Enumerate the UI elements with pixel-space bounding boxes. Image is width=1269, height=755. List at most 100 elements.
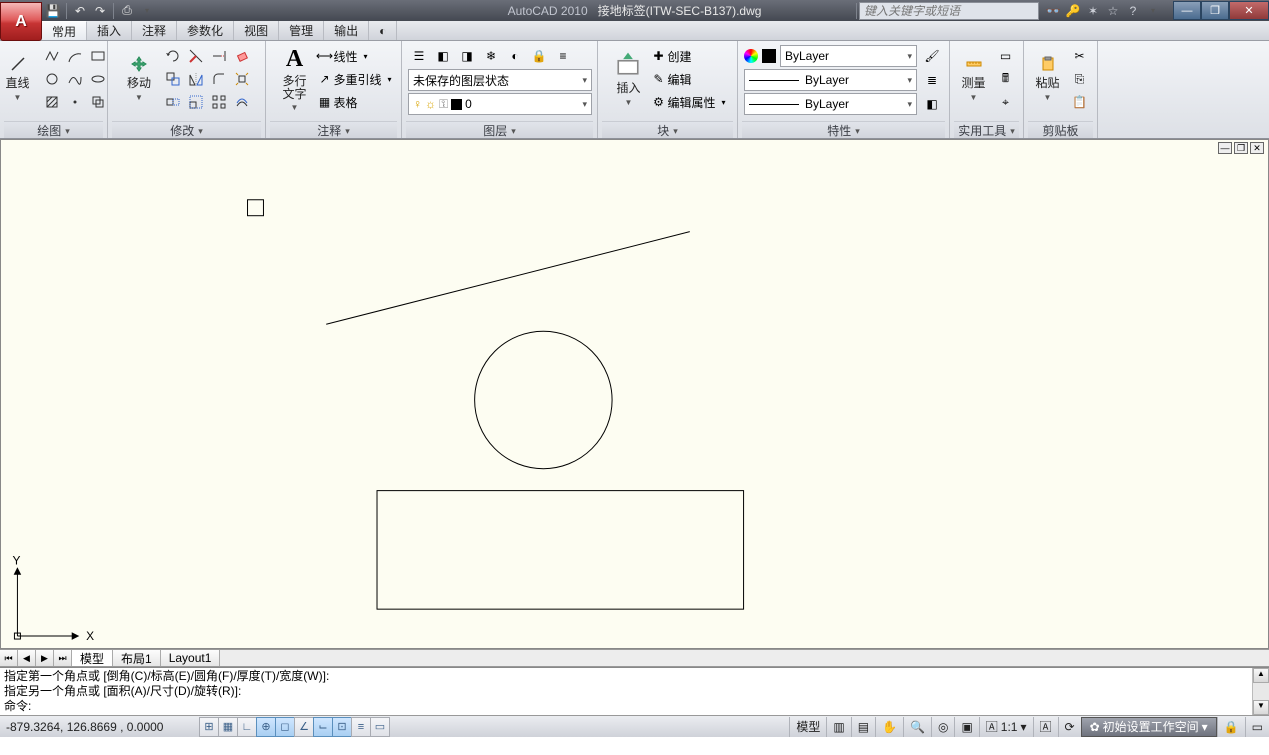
polar-toggle[interactable]: ⊕ <box>256 717 276 737</box>
tab-nav-first[interactable]: ⏮ <box>0 650 18 666</box>
panel-title-draw[interactable]: 绘图 <box>4 121 103 138</box>
bylayer-icon[interactable]: ◧ <box>921 93 943 115</box>
hatch-icon[interactable] <box>41 91 63 113</box>
tab-parametric[interactable]: 参数化 <box>177 21 234 40</box>
layer-match-icon[interactable]: ≡ <box>552 45 574 67</box>
mirror-icon[interactable] <box>185 68 207 90</box>
line-button[interactable]: 直线 ▼ <box>0 45 37 113</box>
lineweight-combo[interactable]: ByLayer▾ <box>744 69 917 91</box>
dimension-linear-button[interactable]: ⟷ 线性 ▾ <box>317 45 391 67</box>
scale-icon[interactable] <box>185 91 207 113</box>
tab-annotate[interactable]: 注释 <box>132 21 177 40</box>
otrack-toggle[interactable]: ∠ <box>294 717 314 737</box>
match-prop-icon[interactable]: 🖌 <box>921 45 943 67</box>
shape-rectangle[interactable] <box>377 491 744 610</box>
model-paper-toggle[interactable]: 模型 <box>789 717 826 737</box>
insert-block-button[interactable]: 插入 ▼ <box>609 45 647 113</box>
annotation-scale[interactable]: 🄰 1:1 ▾ <box>979 717 1033 737</box>
toolbar-lock-icon[interactable]: 🔒 <box>1217 717 1245 737</box>
save-icon[interactable]: 💾 <box>44 2 62 20</box>
color-combo[interactable]: ByLayer▾ <box>780 45 917 67</box>
array-icon[interactable] <box>208 91 230 113</box>
layer-lock-icon[interactable]: 🔒 <box>528 45 550 67</box>
tab-output[interactable]: 输出 <box>324 21 369 40</box>
spline-icon[interactable] <box>64 68 86 90</box>
explode-icon[interactable] <box>231 68 253 90</box>
shape-small-square[interactable] <box>248 200 264 216</box>
ellipse-icon[interactable] <box>87 68 109 90</box>
snap-toggle[interactable]: ⊞ <box>199 717 219 737</box>
mtext-button[interactable]: A 多行 文字 ▼ <box>275 45 313 113</box>
ducs-toggle[interactable]: ⌙ <box>313 717 333 737</box>
rectangle-icon[interactable] <box>87 45 109 67</box>
grid-toggle[interactable]: ▦ <box>218 717 238 737</box>
zoom-icon[interactable]: 🔍 <box>903 717 931 737</box>
coordinates-display[interactable]: -879.3264, 126.8669 , 0.0000 <box>0 720 200 734</box>
create-block-button[interactable]: ✚创建 <box>651 45 725 67</box>
osnap-toggle[interactable]: ◻ <box>275 717 295 737</box>
help-dropdown-icon[interactable] <box>1143 2 1163 20</box>
binoculars-icon[interactable]: 👓 <box>1043 2 1063 20</box>
rotate-icon[interactable] <box>162 45 184 67</box>
layer-iso-icon[interactable]: ◨ <box>456 45 478 67</box>
layer-states-icon[interactable]: ◧ <box>432 45 454 67</box>
minimize-button[interactable]: — <box>1173 1 1201 20</box>
tab-insert[interactable]: 插入 <box>87 21 132 40</box>
showmotion-icon[interactable]: ▣ <box>954 717 978 737</box>
tab-model[interactable]: 模型 <box>72 650 113 666</box>
panel-title-modify[interactable]: 修改 <box>112 121 261 138</box>
steering-wheel-icon[interactable]: ◎ <box>931 717 954 737</box>
tab-layout2[interactable]: Layout1 <box>161 650 221 666</box>
stretch-icon[interactable] <box>162 91 184 113</box>
comm-icon[interactable]: ✶ <box>1083 2 1103 20</box>
trim-icon[interactable] <box>185 45 207 67</box>
list-icon[interactable]: ≣ <box>921 69 943 91</box>
layer-state-combo[interactable]: 未保存的图层状态▾ <box>408 69 592 91</box>
key-icon[interactable]: 🔑 <box>1063 2 1083 20</box>
edit-attr-button[interactable]: ⚙编辑属性▾ <box>651 91 725 113</box>
copy-clip-icon[interactable]: ⎘ <box>1069 68 1091 90</box>
command-prompt[interactable]: 命令: <box>4 699 1265 714</box>
measure-button[interactable]: 测量 ▼ <box>957 45 991 113</box>
command-window[interactable]: 指定第一个角点或 [倒角(C)/标高(E)/圆角(F)/厚度(T)/宽度(W)]… <box>0 667 1269 715</box>
polyline-icon[interactable] <box>41 45 63 67</box>
favorite-icon[interactable]: ☆ <box>1103 2 1123 20</box>
tab-view[interactable]: 视图 <box>234 21 279 40</box>
shape-line[interactable] <box>326 232 690 325</box>
panel-title-utilities[interactable]: 实用工具 <box>954 121 1019 138</box>
select-icon[interactable]: ▭ <box>995 45 1017 67</box>
doc-close-button[interactable]: ✕ <box>1250 142 1264 154</box>
tab-nav-last[interactable]: ⏭ <box>54 650 72 666</box>
pan-icon[interactable]: ✋ <box>875 717 903 737</box>
panel-title-properties[interactable]: 特性 <box>742 121 945 138</box>
paste-button[interactable]: 粘贴 ▼ <box>1031 45 1065 113</box>
annotation-autoscale-icon[interactable]: ⟳ <box>1058 717 1081 737</box>
tab-nav-next[interactable]: ▶ <box>36 650 54 666</box>
region-icon[interactable] <box>87 91 109 113</box>
tab-manage[interactable]: 管理 <box>279 21 324 40</box>
redo-icon[interactable]: ↷ <box>91 2 109 20</box>
copy-icon[interactable] <box>162 68 184 90</box>
lwt-toggle[interactable]: ≡ <box>351 717 371 737</box>
panel-title-annotate[interactable]: 注释 <box>270 121 397 138</box>
table-button[interactable]: ▦ 表格 <box>317 91 391 113</box>
linetype-combo[interactable]: ByLayer▾ <box>744 93 917 115</box>
qat-dropdown-icon[interactable] <box>138 2 156 20</box>
application-menu-button[interactable]: A <box>0 2 42 41</box>
layer-properties-icon[interactable]: ☰ <box>408 45 430 67</box>
doc-minimize-button[interactable]: — <box>1218 142 1232 154</box>
tab-home[interactable]: 常用 <box>42 21 87 40</box>
arc-icon[interactable] <box>64 45 86 67</box>
id-point-icon[interactable]: ⌖ <box>995 91 1017 113</box>
quickcalc-icon[interactable]: 🖩 <box>995 68 1017 90</box>
fillet-icon[interactable] <box>208 68 230 90</box>
panel-title-block[interactable]: 块 <box>602 121 733 138</box>
erase-icon[interactable] <box>231 45 253 67</box>
doc-restore-button[interactable]: ❐ <box>1234 142 1248 154</box>
layer-freeze-icon[interactable]: ❄ <box>480 45 502 67</box>
close-button[interactable]: ✕ <box>1229 1 1269 20</box>
cad-viewport[interactable]: X Y <box>1 140 1268 648</box>
circle-icon[interactable] <box>41 68 63 90</box>
extend-icon[interactable] <box>208 45 230 67</box>
cut-icon[interactable]: ✂ <box>1069 45 1091 67</box>
